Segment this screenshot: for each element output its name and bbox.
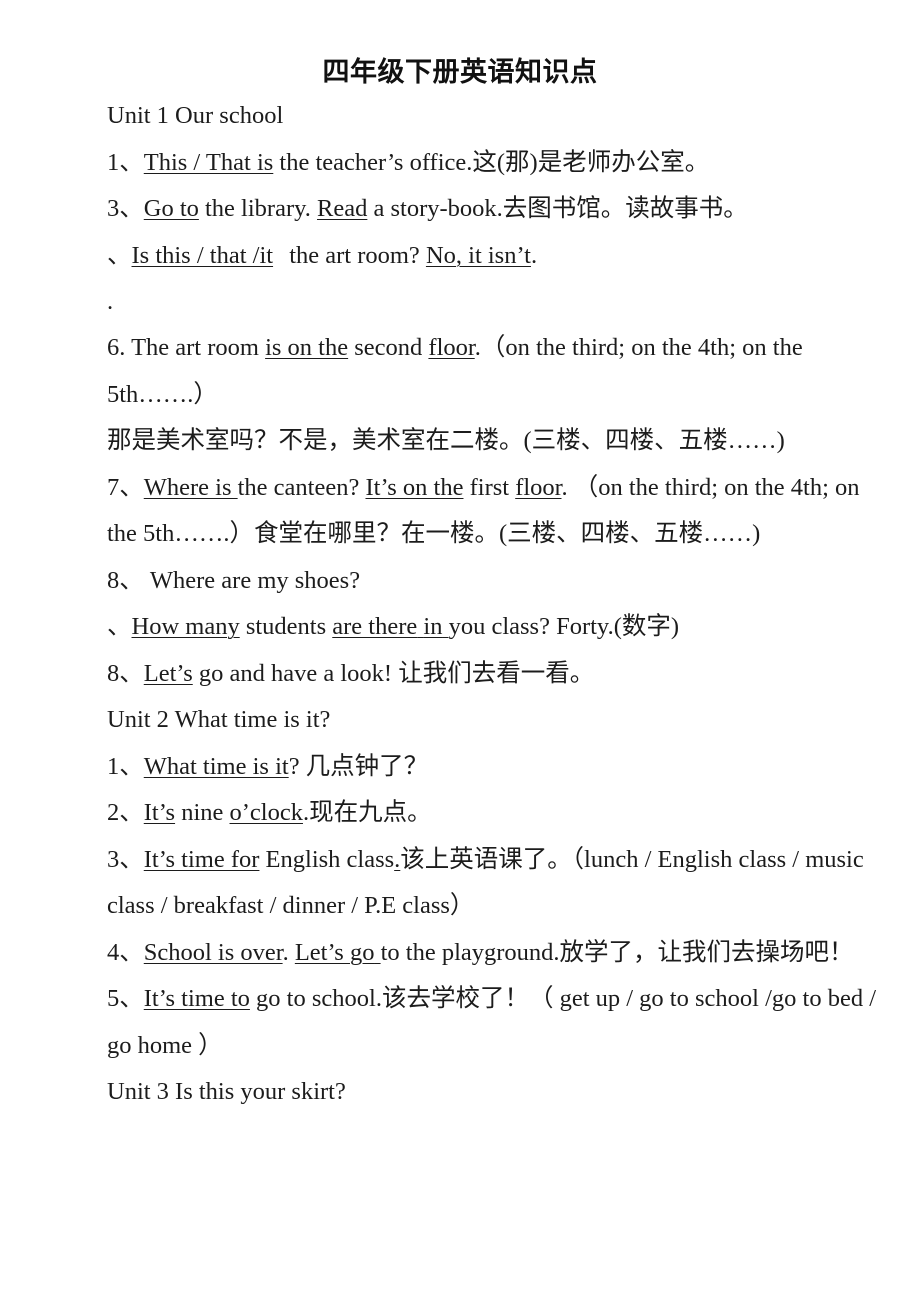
item-u1-6: 6. The art room is on the second floor.（… [107,325,880,418]
item-number: 、 [107,241,132,269]
document-page: 四年级下册英语知识点 Unit 1 Our school 1、This / Th… [0,0,920,1302]
item-text: the library. [198,195,318,222]
underlined-text: Is this / that /it [131,241,274,269]
underlined-phrase: is on the [265,334,349,361]
underlined-phrase: in [423,613,448,640]
item-number: 3、 [107,845,144,873]
underlined-phrase: Go to [143,195,199,222]
item-u1-1: 1、This / That is the teacher’s office.这(… [107,140,880,187]
item-u2-4: 4、School is over. Let’s go to the playgr… [107,930,880,977]
underlined-text: Let’s go [294,938,375,966]
item-u1-3: 3、Go to the library. Read a story-book.去… [107,186,880,233]
item-number: 5、 [107,985,144,1012]
item-text: The art room [131,334,266,361]
item-u1-9: 、How many students are there in you clas… [107,604,880,651]
underlined-phrase: are there [332,613,423,640]
item-u1-8a: 8、 Where are my shoes? [107,558,880,605]
underlined-phrase: Read [317,195,368,222]
item-u2-5: 5、It’s time to go to school.该去学校了！（ get … [107,976,880,1069]
underlined-phrase: No, it isn’t [425,241,531,269]
underlined-phrase: It’s on the [365,473,464,501]
underlined-phrase: o’clock [229,799,303,826]
underlined-phrase: It’s [143,799,176,826]
item-u2-2: 2、It’s nine o’clock.现在九点。 [107,790,880,837]
unit-heading-3: Unit 3 Is this your skirt? [107,1078,346,1105]
item-text: the canteen? [237,473,366,501]
item-text: nine [175,799,230,826]
item-text: go and have a look! 让我们去看一看。 [192,659,595,687]
item-u1-7: 7、Where is the canteen? It’s on the firs… [107,465,880,558]
item-u2-1: 1、What time is it? 几点钟了？ [107,744,880,791]
item-number: 6. [107,334,132,361]
underlined-phrase: School is over [143,938,283,966]
underlined-text: are there [332,613,418,640]
document-body: Unit 1 Our school 1、This / That is the t… [0,93,920,1116]
item-text: to the playground.放学了，让我们去操场吧！ [380,938,854,966]
item-text: first [463,473,516,501]
underlined-text: Where is [143,473,232,501]
underlined-phrase: floor [515,473,562,501]
item-u1-8b: 8、Let’s go and have a look! 让我们去看一看。 [107,651,880,698]
item-text: the teacher’s office.这(那)是老师办公室。 [273,148,710,176]
underlined-phrase: How many [131,613,240,640]
item-number: 4、 [107,938,144,966]
item-text: students [239,613,333,640]
item-text: .现在九点。 [302,799,432,826]
item-text: Where are my shoes? [143,566,361,594]
page-title: 四年级下册英语知识点 [322,57,598,87]
underlined-phrase: What time is it [143,752,289,780]
underlined-phrase: It’s time for [143,845,260,873]
underlined-phrase: Where is [144,474,238,501]
item-number: 8、 [107,566,144,594]
underlined-phrase: Let’s go [295,939,381,966]
underlined-phrase: This / That is [143,148,274,176]
underlined-text: in [423,613,443,640]
item-text: . [530,241,538,269]
item-number: 2、 [107,799,144,826]
item-text: English class [259,845,395,873]
item-number: 8、 [107,659,144,687]
item-text: . [282,938,295,966]
item-number: 1、 [107,148,144,176]
item-text: ? 几点钟了？ [288,752,429,780]
item-u2-3: 3、It’s time for English class.该上英语课了。（lu… [107,837,880,930]
item-u1-4: 、Is this / that /it the art room? No, it… [107,233,880,280]
item-text: second [348,334,429,361]
item-u1-6-translation: 那是美术室吗？不是，美术室在二楼。(三楼、四楼、五楼……) [107,427,785,454]
underlined-phrase: Is this / that /it [132,242,284,269]
unit-heading-1: Unit 1 Our school [107,102,284,129]
item-text: a story-book.去图书馆。读故事书。 [367,195,748,222]
unit-heading-2: Unit 2 What time is it? [107,706,331,733]
item-number: 1、 [107,752,144,780]
item-number: 7、 [107,473,144,501]
underlined-phrase: floor [428,334,475,361]
item-u1-5-stray-dot: . [107,288,114,315]
item-number: 3、 [107,195,144,222]
underlined-phrase: Let’s [143,659,193,687]
item-text: the art room? [283,241,426,269]
item-text: you class? Forty.(数字) [448,613,680,640]
item-number: 、 [107,613,132,640]
underlined-phrase: It’s time to [143,985,250,1012]
